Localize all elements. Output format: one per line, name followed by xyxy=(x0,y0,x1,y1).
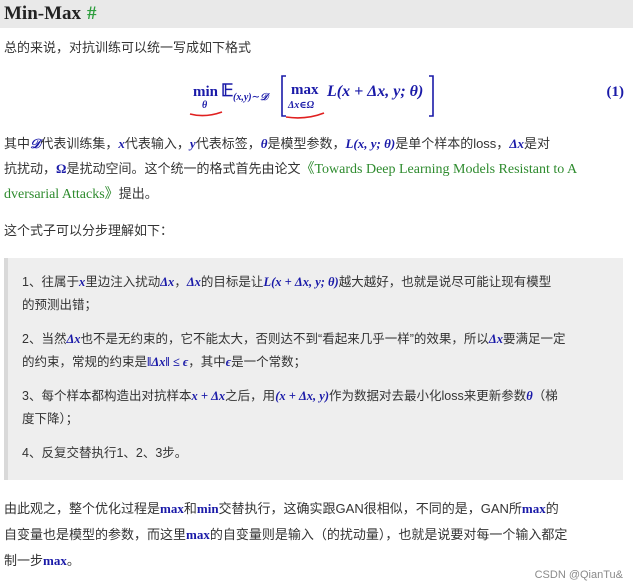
min-subscript: θ xyxy=(202,100,208,111)
steps-blockquote: 1、往属于x里边注入扰动Δx，Δx的目标是让L(x + Δx, y; θ)越大越… xyxy=(4,258,623,480)
minmax-formula: min θ 𝔼 (x,y)∼𝒟 max Δx∈Ω L(x + Δx, y; θ)… xyxy=(0,72,633,120)
formula-graphic: min θ 𝔼 (x,y)∼𝒟 max Δx∈Ω L(x + Δx, y; θ) xyxy=(189,75,434,119)
csdn-watermark: CSDN @QianTu& xyxy=(534,569,623,581)
section-heading: Min-Max # xyxy=(4,3,97,24)
anchor-link[interactable]: # xyxy=(87,3,97,24)
intro-text: 总的来说，对抗训练可以统一写成如下格式 xyxy=(4,40,252,55)
step4-line: 4、反复交替执行1、2、3步。 xyxy=(22,446,188,460)
paper-title-link-cont[interactable]: dversarial Attacks》 xyxy=(4,187,119,202)
para1-line3: dversarial Attacks》提出。 xyxy=(4,186,158,202)
step1-line1: 1、往属于x里边注入扰动Δx，Δx的目标是让L(x + Δx, y; θ)越大越… xyxy=(22,275,552,289)
heading-bar: Min-Max # xyxy=(0,0,633,28)
para1-line2: 抗扰动，Ω是扰动空间。这个统一的格式首先由论文《Towards Deep Lea… xyxy=(4,161,578,177)
loss-term: L(x + Δx, y; θ) xyxy=(326,83,423,100)
expectation-symbol: 𝔼 xyxy=(221,81,233,100)
min-underline xyxy=(189,111,223,117)
step1-line2: 的预测出错； xyxy=(22,298,98,312)
max-operator: max xyxy=(291,82,319,98)
para3-line1: 由此观之，整个优化过程是max和min交替执行，这确实跟GAN很相似，不同的是，… xyxy=(4,501,559,516)
para3-line2: 自变量也是模型的参数，而这里max的自变量则是输入（的扰动量），也就是说要对每一… xyxy=(4,527,568,542)
step2-line1: 2、当然Δx也不是无约束的，它不能太大，否则达不到“看起来几乎一样”的效果，所以… xyxy=(22,332,566,346)
step2-line2: 的约束，常规的约束是‖Δx‖ ≤ ϵ，其中ϵ是一个常数； xyxy=(22,355,307,369)
step3-line2: 度下降）； xyxy=(22,412,79,426)
para2-text: 这个式子可以分步理解如下： xyxy=(4,223,174,238)
para1-line1: 其中𝒟代表训练集，x代表输入，y代表标签，θ是模型参数，L(x, y; θ)是单… xyxy=(4,136,550,151)
step3-line1: 3、每个样本都构造出对抗样本x + Δx之后，用(x + Δx, y)作为数据对… xyxy=(22,389,558,403)
equation-number: (1) xyxy=(606,84,625,100)
max-subscript: Δx∈Ω xyxy=(287,100,315,111)
expectation-subscript: (x,y)∼𝒟 xyxy=(233,92,270,103)
paper-title-link[interactable]: 《Towards Deep Learning Models Resistant … xyxy=(300,162,577,177)
min-operator: min xyxy=(193,84,219,100)
para3-line3: 制一步max。 xyxy=(4,553,80,568)
max-underline xyxy=(285,112,325,119)
